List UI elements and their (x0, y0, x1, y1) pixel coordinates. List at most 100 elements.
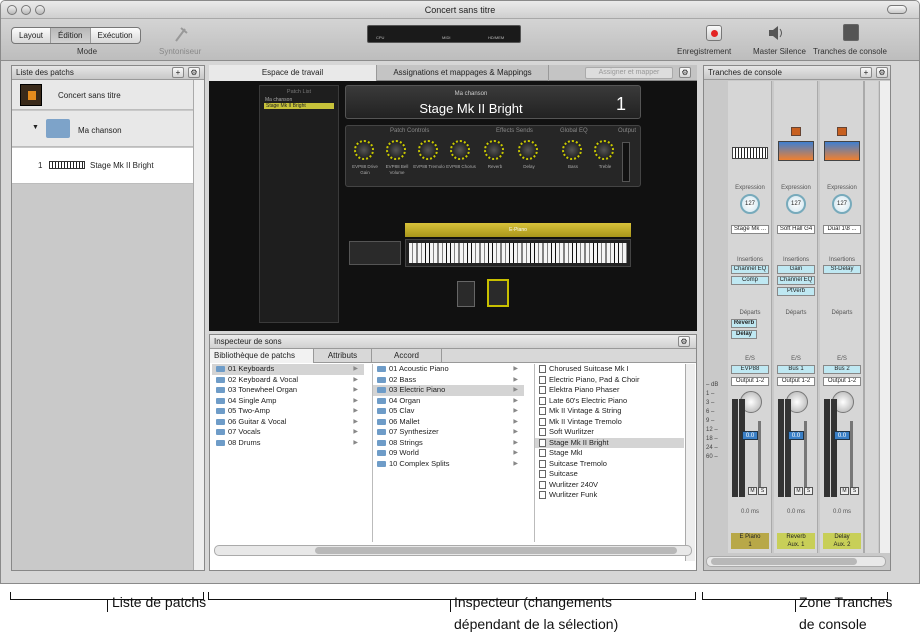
strip-settings-icon[interactable] (837, 127, 847, 136)
song-row[interactable]: ▼ Ma chanson (12, 111, 193, 147)
workspace-patch-list[interactable]: Patch List Ma chanson Stage Mk II Bright (259, 85, 339, 323)
solo-button[interactable]: S (850, 487, 859, 495)
strip-name-badge[interactable]: Delay Aux. 2 (823, 533, 861, 549)
strip-name-badge[interactable]: Reverb Aux. 1 (777, 533, 815, 549)
send-slot[interactable]: Reverb (731, 319, 757, 328)
close-button[interactable] (7, 5, 17, 15)
list-item[interactable]: Wurlitzer 240V (535, 480, 684, 491)
add-strip-button[interactable]: + (860, 67, 872, 78)
patch-list-gear-icon[interactable]: ⚙ (188, 67, 200, 78)
list-item[interactable]: Chorused Suitcase Mk I (535, 364, 684, 375)
list-item[interactable]: Mk II Vintage Tremolo (535, 417, 684, 428)
list-item[interactable]: Suitcase (535, 469, 684, 480)
strip-settings-icon[interactable] (791, 127, 801, 136)
disclosure-triangle-icon[interactable]: ▼ (32, 124, 39, 131)
output-slot[interactable]: Output 1-2 (777, 377, 815, 386)
instrument-slot[interactable]: Stage Mk ... (731, 225, 769, 234)
workspace-knob[interactable] (386, 140, 406, 160)
console-hscroll-thumb[interactable] (711, 558, 857, 565)
list-item[interactable]: 08 Strings ▶ (373, 438, 524, 449)
insert-slot[interactable]: Gain (777, 265, 815, 274)
list-item[interactable]: 01 Keyboards ▶ (212, 364, 364, 375)
volume-fader-track[interactable] (850, 421, 853, 491)
expression-knob[interactable]: 127 (740, 194, 760, 214)
list-item[interactable]: 03 Electric Piano ▶ (373, 385, 524, 396)
list-item[interactable]: 06 Guitar & Vocal ▶ (212, 417, 364, 428)
tab-workspace[interactable]: Espace de travail (209, 65, 377, 81)
zoom-button[interactable] (35, 5, 45, 15)
insert-slot[interactable]: St-Delay (823, 265, 861, 274)
list-item[interactable]: 04 Organ ▶ (373, 396, 524, 407)
keyboard-keys[interactable] (409, 243, 627, 263)
add-patch-button[interactable]: + (172, 67, 184, 78)
strip-name-badge[interactable]: E Piano 1 (731, 533, 769, 549)
mute-button[interactable]: M (794, 487, 803, 495)
insert-slot[interactable]: Channel EQ (731, 265, 769, 274)
console-hscroll[interactable] (706, 556, 886, 567)
workspace-knob[interactable] (518, 140, 538, 160)
mode-edit-button[interactable]: Édition (51, 28, 91, 43)
inspector-hscroll[interactable] (214, 545, 692, 556)
tuner-icon[interactable] (173, 25, 189, 43)
list-item[interactable]: 07 Synthesizer ▶ (373, 427, 524, 438)
input-slot[interactable]: EVP88 (731, 365, 769, 374)
list-item[interactable]: Suitcase Tremolo (535, 459, 684, 470)
list-item[interactable]: 10 Complex Splits ▶ (373, 459, 524, 470)
solo-button[interactable]: S (804, 487, 813, 495)
mode-layout-button[interactable]: Layout (12, 28, 52, 43)
list-item[interactable]: 03 Tonewheel Organ ▶ (212, 385, 364, 396)
mute-button[interactable]: M (840, 487, 849, 495)
workspace-knob[interactable] (450, 140, 470, 160)
patch-row[interactable]: 1 Stage Mk II Bright (12, 148, 193, 184)
inspector-hscroll-thumb[interactable] (315, 547, 677, 554)
list-item[interactable]: Electric Piano, Pad & Choir (535, 375, 684, 386)
output-slot[interactable]: Output 1-2 (823, 377, 861, 386)
list-item[interactable]: Mk II Vintage & String (535, 406, 684, 417)
concert-row[interactable]: Concert sans titre (12, 80, 193, 110)
instrument-slot[interactable]: Dual 1\8 ... (823, 225, 861, 234)
expression-knob[interactable]: 127 (832, 194, 852, 214)
volume-fader-track[interactable] (758, 421, 761, 491)
list-item[interactable]: 05 Two-Amp ▶ (212, 406, 364, 417)
input-slot[interactable]: Bus 2 (823, 365, 861, 374)
inspector-gear-icon[interactable]: ⚙ (678, 336, 690, 347)
input-slot[interactable]: Bus 1 (777, 365, 815, 374)
pitch-mod-wheels[interactable] (349, 241, 401, 265)
tab-mappings[interactable]: Assignations et mappages & Mappings (377, 65, 549, 81)
list-item[interactable]: 07 Vocals ▶ (212, 427, 364, 438)
instrument-slot[interactable]: Soft Hall G4 (777, 225, 815, 234)
patch-list-scrollbar[interactable] (193, 80, 204, 570)
mode-segmented-control[interactable]: Layout Édition Exécution (11, 27, 141, 44)
speaker-icon[interactable] (767, 25, 785, 41)
list-item[interactable]: 04 Single Amp ▶ (212, 396, 364, 407)
list-item[interactable]: Stage MkI (535, 448, 684, 459)
workspace-knob[interactable] (562, 140, 582, 160)
console-vscroll[interactable] (879, 81, 890, 553)
list-item[interactable]: 02 Bass ▶ (373, 375, 524, 386)
insert-slot[interactable]: Comp (731, 276, 769, 285)
insert-slot[interactable]: PtVerb (777, 287, 815, 296)
workspace-knob[interactable] (418, 140, 438, 160)
list-item[interactable]: Elektra Piano Phaser (535, 385, 684, 396)
mode-perform-button[interactable]: Exécution (91, 28, 140, 43)
list-item[interactable]: 09 World ▶ (373, 448, 524, 459)
send-slot[interactable]: Delay (731, 330, 757, 339)
workspace-knob[interactable] (484, 140, 504, 160)
tab-chord[interactable]: Accord (372, 349, 442, 363)
expression-knob[interactable]: 127 (786, 194, 806, 214)
tabs-gear-icon[interactable]: ⚙ (679, 67, 691, 78)
mute-button[interactable]: M (748, 487, 757, 495)
list-item[interactable]: 05 Clav ▶ (373, 406, 524, 417)
list-item[interactable]: 06 Mallet ▶ (373, 417, 524, 428)
output-slot[interactable]: Output 1-2 (731, 377, 769, 386)
console-gear-icon[interactable]: ⚙ (876, 67, 888, 78)
toolbar-toggle-button[interactable] (887, 5, 907, 14)
workspace-knob[interactable] (354, 140, 374, 160)
tab-attributes[interactable]: Attributs (314, 349, 372, 363)
solo-button[interactable]: S (758, 487, 767, 495)
list-item[interactable]: Soft Wurlitzer (535, 427, 684, 438)
inspector-vscroll[interactable] (685, 364, 695, 561)
list-item[interactable]: 02 Keyboard & Vocal ▶ (212, 375, 364, 386)
workspace-knob[interactable] (594, 140, 614, 160)
list-item[interactable]: Stage Mk II Bright (535, 437, 684, 448)
